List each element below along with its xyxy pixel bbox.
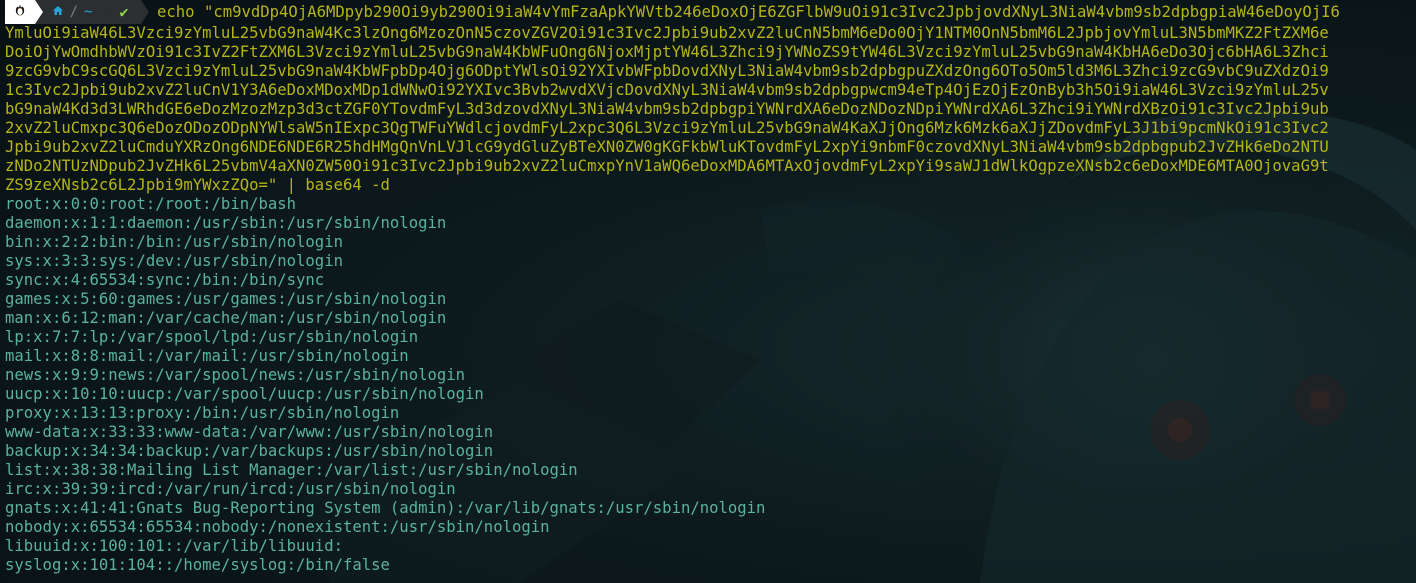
output-line: sys:x:3:3:sys:/dev:/usr/sbin/nologin — [5, 252, 343, 270]
output-line: games:x:5:60:games:/usr/games:/usr/sbin/… — [5, 290, 447, 308]
output-line: mail:x:8:8:mail:/var/mail:/usr/sbin/nolo… — [5, 347, 409, 365]
command-line-1[interactable]: YmluOi9iaW46L3Vzci9zYmluL25vbG9naW4Kc3lz… — [5, 24, 1416, 43]
output-line: list:x:38:38:Mailing List Manager:/var/l… — [5, 461, 578, 479]
output-line: daemon:x:1:1:daemon:/usr/sbin:/usr/sbin/… — [5, 214, 447, 232]
prompt-directory: ~ — [84, 3, 93, 20]
output-line: uucp:x:10:10:uucp:/var/spool/uucp:/usr/s… — [5, 385, 484, 403]
output-line: backup:x:34:34:backup:/var/backups:/usr/… — [5, 442, 494, 460]
command-line-7[interactable]: Jpbi9ub2xvZ2luCmduYXRzOng6NDE6NDE6R25hdH… — [5, 138, 1416, 157]
command-line-6[interactable]: 2xvZ2luCmxpc3Q6eDozODozODpNYWlsaW5nIExpc… — [5, 119, 1416, 138]
output-line: nobody:x:65534:65534:nobody:/nonexistent… — [5, 518, 550, 536]
output-line: proxy:x:13:13:proxy:/bin:/usr/sbin/nolog… — [5, 404, 400, 422]
output-line: www-data:x:33:33:www-data:/var/www:/usr/… — [5, 423, 494, 441]
output-line: gnats:x:41:41:Gnats Bug-Reporting System… — [5, 499, 766, 517]
prompt-directory-segment: / ~ — [35, 0, 109, 24]
prompt-separator: / — [69, 3, 78, 20]
output-line: irc:x:39:39:ircd:/var/run/ircd:/usr/sbin… — [5, 480, 456, 498]
output-line: news:x:9:9:news:/var/spool/news:/usr/sbi… — [5, 366, 466, 384]
output-line: syslog:x:101:104::/home/syslog:/bin/fals… — [5, 556, 390, 574]
command-line-2[interactable]: DoiOjYwOmdhbWVzOi91c3IvZ2FtZXM6L3Vzci9zY… — [5, 43, 1416, 62]
output-line: lp:x:7:7:lp:/var/spool/lpd:/usr/sbin/nol… — [5, 328, 419, 346]
terminal-window[interactable]: / ~ ✔ echo "cm9vdDp4OjA6MDpyb290Oi9yb290… — [0, 0, 1416, 583]
command-line-0[interactable]: echo "cm9vdDp4OjA6MDpyb290Oi9yb290Oi9iaW… — [157, 3, 1340, 22]
command-line-4[interactable]: 1c3Ivc2Jpbi9ub2xvZ2luCnV1Y3A6eDoxMDoxMDp… — [5, 81, 1416, 100]
command-line-8[interactable]: zNDo2NTUzNDpub2JvZHk6L25vbmV4aXN0ZW50Oi9… — [5, 157, 1416, 176]
command-line-3[interactable]: 9zcG9vbC9scGQ6L3Vzci9zYmluL25vbG9naW4KbW… — [5, 62, 1416, 81]
output-line: root:x:0:0:root:/root:/bin/bash — [5, 195, 297, 213]
command-line-9[interactable]: ZS9zeXNsb2c6L2Jpbi9mYWxzZQo=" | base64 -… — [5, 176, 1416, 195]
command-line-5[interactable]: bG9naW4Kd3d3LWRhdGE6eDozMzozMzp3d3ctZGF0… — [5, 100, 1416, 119]
output-line: sync:x:4:65534:sync:/bin:/bin/sync — [5, 271, 325, 289]
prompt-os-segment — [5, 0, 43, 24]
terminal-content: / ~ ✔ echo "cm9vdDp4OjA6MDpyb290Oi9yb290… — [0, 0, 1416, 575]
checkmark-icon: ✔ — [119, 2, 129, 21]
output-line: man:x:6:12:man:/var/cache/man:/usr/sbin/… — [5, 309, 447, 327]
prompt-line: / ~ ✔ echo "cm9vdDp4OjA6MDpyb290Oi9yb290… — [5, 0, 1416, 24]
output-line: libuuid:x:100:101::/var/lib/libuuid: — [5, 537, 343, 555]
home-icon — [52, 3, 64, 22]
linux-tux-icon — [14, 2, 26, 22]
output-line: bin:x:2:2:bin:/bin:/usr/sbin/nologin — [5, 233, 343, 251]
